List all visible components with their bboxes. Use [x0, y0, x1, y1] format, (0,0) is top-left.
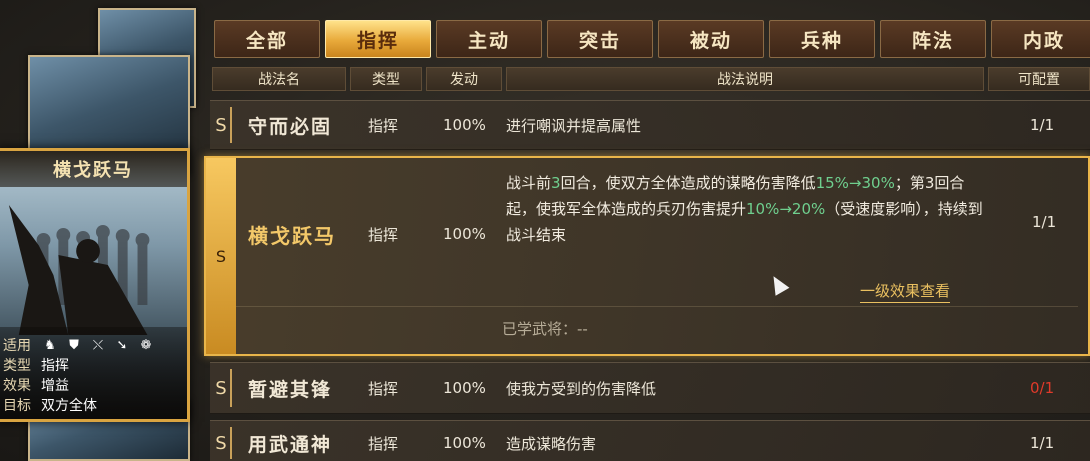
type-label: 类型	[3, 358, 31, 374]
tactic-type: 指挥	[368, 379, 399, 398]
tactic-desc: 使我方受到的伤害降低	[506, 379, 657, 398]
type-value: 指挥	[41, 358, 69, 374]
tab-all[interactable]: 全部	[214, 20, 320, 58]
info-row-effect: 效果 增益	[3, 375, 187, 395]
tactic-card[interactable]: 横戈跃马 适用 ♞ ⛊ ⤬ ➘ ❁ 类型 指挥 效果 增益 目标 双方全体	[0, 148, 190, 422]
troop-icons: ♞ ⛊ ⤬ ➘ ❁	[41, 338, 155, 353]
bow-icon: ⤬	[92, 337, 104, 353]
tactic-name: 用武通神	[248, 433, 333, 456]
tactic-row[interactable]: S 用武通神 指挥 100% 造成谋略伤害 1/1	[210, 420, 1090, 461]
grade-badge: S	[210, 363, 232, 413]
tactic-desc: 战斗前3回合，使双方全体造成的谋略伤害降低15%→30%；第3回合起，使我军全体…	[506, 170, 986, 248]
card-title-bar: 横戈跃马	[0, 151, 187, 187]
tactic-rate: 100%	[443, 379, 486, 397]
info-row-target: 目标 双方全体	[3, 395, 187, 415]
tactic-row-selected[interactable]: S 横戈跃马 指挥 100% 战斗前3回合，使双方全体造成的谋略伤害降低15%→…	[204, 156, 1090, 356]
target-label: 目标	[3, 398, 31, 414]
tactic-rate: 100%	[443, 434, 486, 452]
info-row-type: 类型 指挥	[3, 355, 187, 375]
column-header-name: 战法名	[212, 67, 346, 91]
tactic-row[interactable]: S 暂避其锋 指挥 100% 使我方受到的伤害降低 0/1	[210, 362, 1090, 414]
tab-formation[interactable]: 阵法	[880, 20, 986, 58]
shield-icon: ⛊	[69, 337, 79, 353]
tactic-type: 指挥	[368, 116, 399, 135]
tactic-type: 指挥	[368, 225, 399, 244]
tactic-rate: 100%	[443, 225, 486, 243]
tab-assault[interactable]: 突击	[547, 20, 653, 58]
grade-badge: S	[206, 158, 236, 354]
column-header-desc: 战法说明	[506, 67, 984, 91]
tactic-name: 暂避其锋	[248, 378, 333, 401]
desc-text: 回合，使双方全体造成的谋略伤害降低	[560, 174, 816, 192]
tactic-desc: 造成谋略伤害	[506, 434, 597, 453]
column-header-rate: 发动	[426, 67, 502, 91]
desc-text: 战斗前	[506, 174, 552, 192]
tab-domestic[interactable]: 内政	[991, 20, 1090, 58]
card-art-illustration	[8, 205, 150, 335]
desc-highlight: 10%→20%	[746, 200, 826, 218]
tactic-name: 守而必固	[248, 115, 333, 138]
grade-badge: S	[210, 101, 232, 149]
wheel-icon: ❁	[140, 337, 152, 353]
desc-highlight: 15%→30%	[815, 174, 895, 192]
tactic-desc: 进行嘲讽并提高属性	[506, 116, 642, 135]
tactics-panel: 全部 指挥 主动 突击 被动 兵种 阵法 内政 战法名 类型 发动 战法说明 可…	[204, 0, 1090, 461]
tactic-count: 1/1	[1032, 213, 1057, 231]
card-info: 适用 ♞ ⛊ ⤬ ➘ ❁ 类型 指挥 效果 增益 目标 双方全体	[0, 327, 187, 419]
tab-passive[interactable]: 被动	[658, 20, 764, 58]
grade-badge: S	[210, 421, 232, 461]
tactic-count: 0/1	[1030, 379, 1055, 397]
effect-value: 增益	[41, 378, 69, 394]
level-one-effect-link[interactable]: 一级效果查看	[860, 280, 951, 303]
learned-generals: 已学武将：--	[502, 320, 588, 338]
card-title: 横戈跃马	[53, 160, 133, 181]
spear-icon: ➘	[116, 337, 128, 353]
tactic-count: 1/1	[1030, 116, 1055, 134]
tactic-rate: 100%	[443, 116, 486, 134]
tactic-type: 指挥	[368, 434, 399, 453]
tab-command[interactable]: 指挥	[325, 20, 431, 58]
desc-highlight: 3	[551, 174, 561, 192]
tab-troop[interactable]: 兵种	[769, 20, 875, 58]
column-header-type: 类型	[350, 67, 422, 91]
effect-label: 效果	[3, 378, 31, 394]
tab-active[interactable]: 主动	[436, 20, 542, 58]
info-row-applicable: 适用 ♞ ⛊ ⤬ ➘ ❁	[3, 335, 187, 355]
applicable-label: 适用	[3, 338, 31, 354]
tactic-row[interactable]: S 守而必固 指挥 100% 进行嘲讽并提高属性 1/1	[210, 100, 1090, 150]
category-tabs: 全部 指挥 主动 突击 被动 兵种 阵法 内政	[214, 20, 1090, 58]
cavalry-icon: ♞	[44, 337, 56, 353]
tactic-name: 横戈跃马	[248, 223, 336, 248]
target-value: 双方全体	[41, 398, 97, 414]
divider	[236, 306, 1078, 307]
column-header-count: 可配置	[988, 67, 1090, 91]
tactic-count: 1/1	[1030, 434, 1055, 452]
